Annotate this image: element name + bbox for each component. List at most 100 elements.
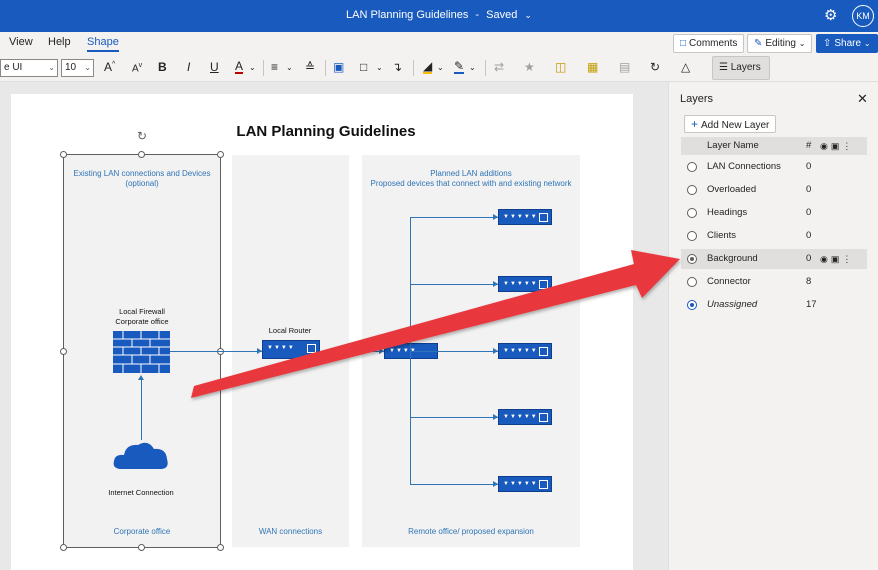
- chevron-down-icon[interactable]: ⌄: [286, 63, 293, 72]
- warning-icon[interactable]: △: [681, 60, 690, 74]
- connector-line[interactable]: [170, 351, 262, 352]
- connector-line[interactable]: [320, 351, 384, 352]
- connector-line[interactable]: [410, 217, 498, 218]
- tab-shape[interactable]: Shape: [87, 36, 119, 52]
- layer-name: Clients: [707, 230, 737, 241]
- more-icon: ⋮: [842, 254, 855, 264]
- chevron-down-icon[interactable]: ⌄: [469, 63, 476, 72]
- shrink-font-button[interactable]: Av: [132, 62, 142, 74]
- zone-remote-heading-2[interactable]: Proposed devices that connect with and e…: [362, 179, 580, 189]
- layer-radio[interactable]: [687, 162, 697, 172]
- layer-row[interactable]: Overloaded 0: [681, 180, 867, 200]
- layer-name: Unassigned: [707, 299, 758, 310]
- layers-button[interactable]: ☰ Layers: [712, 56, 770, 80]
- firewall-icon[interactable]: [113, 331, 170, 373]
- avatar[interactable]: KM: [852, 5, 874, 27]
- position-icon: ▤: [619, 60, 631, 74]
- lock-icon: ▣: [830, 254, 843, 264]
- chevron-down-icon[interactable]: ⌄: [437, 63, 444, 72]
- connector-line[interactable]: [410, 284, 498, 285]
- rotate-icon[interactable]: ↻: [650, 60, 660, 74]
- close-icon[interactable]: ✕: [857, 91, 868, 107]
- gear-icon[interactable]: ⚙: [824, 6, 837, 24]
- fill-icon[interactable]: ◢: [423, 60, 433, 74]
- layer-radio[interactable]: [687, 300, 697, 310]
- layer-row[interactable]: Connector 8: [681, 272, 867, 292]
- layer-row[interactable]: Headings 0: [681, 203, 867, 223]
- connector-icon[interactable]: ↴: [392, 60, 402, 74]
- document-name: LAN Planning Guidelines: [346, 9, 469, 21]
- zone-remote-heading-1[interactable]: Planned LAN additions: [362, 169, 580, 179]
- router-icon[interactable]: ▼▼▼▼: [262, 340, 320, 359]
- zone-wan-footer[interactable]: WAN connections: [232, 527, 349, 537]
- layer-radio[interactable]: [687, 185, 697, 195]
- header-icons: ◉▣⋮: [820, 137, 854, 155]
- resize-handle[interactable]: [138, 544, 145, 551]
- layer-count: 0: [806, 184, 812, 195]
- text-direction-icon[interactable]: ≙: [305, 60, 315, 74]
- resize-handle[interactable]: [138, 151, 145, 158]
- layer-row[interactable]: LAN Connections 0: [681, 157, 867, 177]
- layer-row-actions[interactable]: ◉▣⋮: [820, 249, 854, 269]
- router-label[interactable]: Local Router: [252, 326, 328, 335]
- rotate-handle-icon[interactable]: ↻: [137, 129, 147, 143]
- tab-view[interactable]: View: [9, 36, 33, 48]
- remote-switch-icon[interactable]: ▼▼▼▼▼: [498, 209, 552, 225]
- arrange-icon[interactable]: ◫: [555, 60, 566, 74]
- add-new-layer-button[interactable]: + Add New Layer: [684, 115, 777, 133]
- remote-switch-icon[interactable]: ▼▼▼▼▼: [498, 276, 552, 292]
- chevron-down-icon[interactable]: ⌄: [249, 63, 256, 72]
- tab-help[interactable]: Help: [48, 36, 71, 48]
- text-box-icon[interactable]: ▣: [333, 60, 344, 74]
- connector-line[interactable]: [410, 484, 498, 485]
- chevron-down-icon[interactable]: ⌄: [376, 63, 383, 72]
- italic-button[interactable]: I: [187, 60, 190, 74]
- layer-table-header: Layer Name # ◉▣⋮: [681, 137, 867, 155]
- resize-handle[interactable]: [217, 544, 224, 551]
- internet-label[interactable]: Internet Connection: [95, 488, 187, 497]
- rectangle-icon[interactable]: □: [360, 60, 367, 74]
- zone-remote-footer[interactable]: Remote office/ proposed expansion: [362, 527, 580, 537]
- connector-line[interactable]: [410, 351, 498, 352]
- chevron-down-icon: ⌄: [798, 39, 806, 48]
- font-name-field[interactable]: e UI ⌄: [0, 59, 58, 77]
- underline-button[interactable]: U: [210, 60, 219, 74]
- firewall-label-1[interactable]: Local Firewall: [100, 307, 184, 316]
- chevron-down-icon[interactable]: ⌄: [524, 10, 532, 20]
- resize-handle[interactable]: [217, 151, 224, 158]
- layer-row-highlighted[interactable]: Background 0 ◉▣⋮: [681, 249, 867, 269]
- layer-radio[interactable]: [687, 208, 697, 218]
- layer-count: 0: [806, 161, 812, 172]
- remote-switch-icon[interactable]: ▼▼▼▼▼: [498, 476, 552, 492]
- layer-row[interactable]: Unassigned 17: [681, 295, 867, 315]
- connector-line[interactable]: [410, 417, 498, 418]
- bold-button[interactable]: B: [158, 60, 167, 74]
- remote-switch-icon[interactable]: ▼▼▼▼▼: [498, 409, 552, 425]
- document-title[interactable]: LAN Planning Guidelines - Saved ⌄: [0, 9, 878, 21]
- layer-radio[interactable]: [687, 231, 697, 241]
- font-size-field[interactable]: 10 ⌄: [61, 59, 94, 77]
- share-button[interactable]: ⇧ Share ⌄: [816, 34, 878, 53]
- resize-handle[interactable]: [60, 348, 67, 355]
- grow-font-button[interactable]: A^: [104, 60, 115, 74]
- layer-name: Connector: [707, 276, 751, 287]
- align-icon[interactable]: ≡: [271, 60, 278, 74]
- font-color-button[interactable]: A: [235, 60, 244, 74]
- layer-row[interactable]: Clients 0: [681, 226, 867, 246]
- resize-handle[interactable]: [60, 151, 67, 158]
- line-color-icon[interactable]: ✎: [454, 60, 465, 74]
- connector-line[interactable]: [141, 380, 142, 440]
- chevron-down-icon: ⌄: [84, 63, 91, 72]
- remote-switch-icon[interactable]: ▼▼▼▼▼: [498, 343, 552, 359]
- layers-label: Layers: [730, 62, 761, 73]
- cloud-icon[interactable]: [112, 439, 170, 471]
- group-icon[interactable]: ▦: [587, 60, 598, 74]
- resize-handle[interactable]: [60, 544, 67, 551]
- editing-button[interactable]: ✎ Editing ⌄: [747, 34, 813, 53]
- layer-radio[interactable]: [687, 277, 697, 287]
- layer-radio[interactable]: [687, 254, 697, 264]
- lock-icon: ▣: [830, 141, 843, 151]
- firewall-label-2[interactable]: Corporate office: [100, 317, 184, 326]
- comments-button[interactable]: □ Comments: [673, 34, 745, 53]
- diagram-title[interactable]: LAN Planning Guidelines: [0, 123, 652, 140]
